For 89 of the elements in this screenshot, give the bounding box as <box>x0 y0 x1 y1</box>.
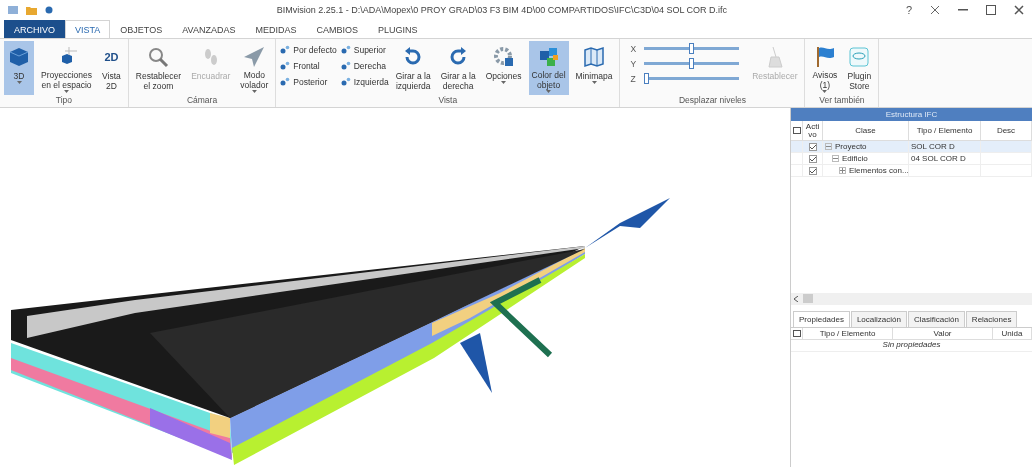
scrollbar-thumb[interactable] <box>803 294 813 303</box>
ribbon-button[interactable]: Modo volador <box>237 41 272 95</box>
airplane-icon <box>242 44 267 69</box>
view-icon <box>340 61 351 70</box>
view-button[interactable]: Superior <box>340 43 389 56</box>
column-header[interactable]: Tipo / Elemento <box>803 327 893 340</box>
record-icon[interactable] <box>45 6 53 14</box>
ribbon-button[interactable]: Minimapa <box>572 41 616 95</box>
axis-label: X <box>630 43 637 54</box>
view-button[interactable]: Por defecto <box>280 43 337 56</box>
panel-tab[interactable]: Relaciones <box>965 310 1018 327</box>
column-chooser-icon[interactable] <box>792 127 801 134</box>
table-cell <box>981 153 1032 165</box>
app-icon <box>8 6 18 14</box>
level-slider[interactable] <box>644 43 740 54</box>
ribbon-tab[interactable]: OBJETOS <box>110 20 173 38</box>
slider-thumb[interactable] <box>689 43 695 54</box>
horizontal-scrollbar[interactable] <box>791 292 1032 305</box>
expand-icon[interactable] <box>839 167 846 174</box>
ribbon-button[interactable]: Color del objeto <box>528 41 569 95</box>
checkbox[interactable] <box>808 142 817 151</box>
axis-label: Y <box>630 58 637 69</box>
checkbox[interactable] <box>808 166 817 175</box>
ribbon-tab[interactable]: PLUGINS <box>367 20 428 38</box>
panel-tab[interactable]: Clasificación <box>907 310 965 327</box>
gear-icon <box>491 45 516 69</box>
magnifier-icon <box>146 45 171 69</box>
view-icon <box>280 77 291 86</box>
view-2d-icon: 2D <box>104 52 119 62</box>
empty-message: Sin propiedades <box>791 339 1032 352</box>
table-cell: 04 SOL COR D <box>909 153 981 165</box>
level-slider[interactable] <box>643 73 739 84</box>
group-label: Cámara <box>185 95 219 107</box>
slider-thumb[interactable] <box>643 73 649 84</box>
column-header[interactable]: Desc <box>981 121 1032 141</box>
ribbon-button[interactable]: 2D Vista 2D <box>99 41 124 95</box>
ribbon-button[interactable]: Girar a la derecha <box>437 41 479 95</box>
ribbon-button[interactable]: Plugin Store <box>844 41 875 95</box>
window-title: BIMvision 2.25.1 - D:\ADA\Mopex\0 PROY GRAD\03 F3 BIM 4D\00 COMPARTIDOS\IFC\C3D\04 SOL COR D.ifc <box>275 5 729 15</box>
panel-tab[interactable]: Propiedades <box>793 310 850 327</box>
panel-title: Estructura IFC <box>885 110 938 119</box>
ribbon-tab[interactable]: CAMBIOS <box>306 20 368 38</box>
ribbon-button[interactable]: Opciones <box>482 41 525 95</box>
tree-item[interactable]: Edificio <box>842 154 868 163</box>
ribbon-button[interactable]: Proyecciones en el espacio <box>38 41 96 95</box>
map-icon <box>582 45 606 69</box>
cube-icon <box>7 45 31 69</box>
minimize-icon[interactable] <box>958 9 968 11</box>
store-icon <box>847 45 872 69</box>
table-cell: SOL COR D <box>909 141 981 153</box>
ribbon-button[interactable]: Girar a la izquierda <box>392 41 434 95</box>
level-slider[interactable] <box>644 58 740 69</box>
ribbon-button[interactable]: 3D <box>4 41 34 95</box>
collapse-icon[interactable] <box>832 155 839 162</box>
column-header[interactable]: Tipo / Elemento <box>909 121 981 141</box>
maximize-icon[interactable] <box>986 5 996 15</box>
collapse-icon[interactable] <box>825 143 832 150</box>
column-header[interactable]: Valor <box>893 327 993 340</box>
column-header[interactable]: Acti vo <box>803 121 823 141</box>
group-label: Desplazar niveles <box>677 95 747 107</box>
checkbox[interactable] <box>808 154 817 163</box>
close-icon[interactable] <box>1014 5 1024 15</box>
view-button[interactable]: Posterior <box>280 75 337 88</box>
scroll-left-icon[interactable] <box>794 295 799 302</box>
view-icon <box>280 45 291 54</box>
file-tab[interactable]: ARCHIVO <box>4 20 65 38</box>
ribbon-button[interactable]: Restablecer el zoom <box>132 41 185 95</box>
ribbon-tab[interactable]: AVANZADAS <box>172 20 246 38</box>
group-label: Vista <box>437 95 459 107</box>
group-label: Tipo <box>54 95 73 107</box>
column-chooser-icon[interactable] <box>792 329 801 337</box>
view-icon <box>340 77 351 86</box>
ribbon-tab[interactable]: VISTA <box>65 20 111 38</box>
ribbon-button[interactable]: Avisos (1) <box>809 41 841 95</box>
folder-icon[interactable] <box>26 5 37 15</box>
column-header[interactable]: Unida <box>993 327 1032 340</box>
group-label: Ver también <box>818 95 866 107</box>
view-icon <box>280 61 291 70</box>
table-cell <box>981 141 1032 153</box>
ribbon-tab[interactable]: MEDIDAS <box>245 20 307 38</box>
view-button[interactable]: Izquierda <box>340 75 389 88</box>
view-icon <box>340 45 351 54</box>
axis-label: Z <box>630 73 636 84</box>
view-button[interactable]: Derecha <box>340 59 389 72</box>
panel-tab[interactable]: Localización <box>850 310 907 327</box>
view-button[interactable]: Frontal <box>280 59 337 72</box>
slider-thumb[interactable] <box>689 58 695 69</box>
column-header[interactable]: Clase <box>823 121 909 141</box>
help-button[interactable]: ? <box>905 4 912 16</box>
